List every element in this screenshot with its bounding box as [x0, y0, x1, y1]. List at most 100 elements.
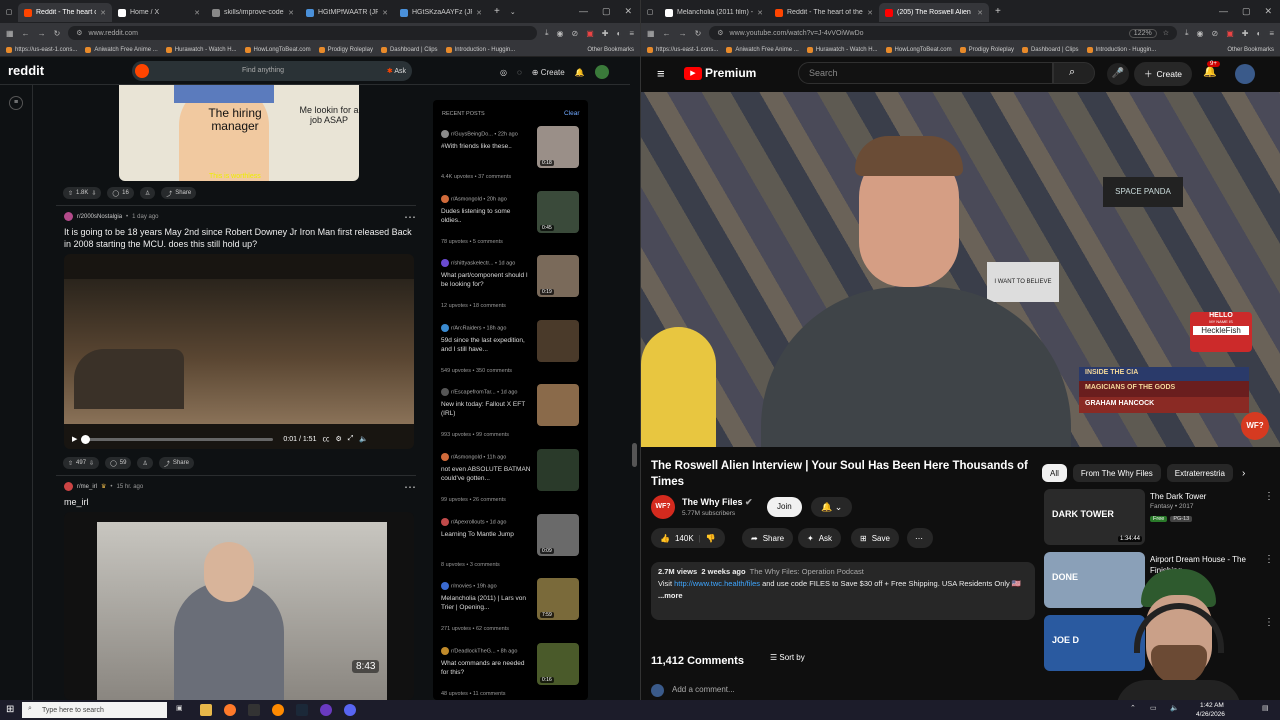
browser-tab[interactable]: Reddit - The heart of the ✕	[18, 3, 112, 22]
sort-by-button[interactable]: ☰ Sort by	[770, 653, 805, 662]
tab-close-icon[interactable]: ✕	[977, 9, 983, 17]
meme-image[interactable]: The hiring manager Me lookin for a job A…	[119, 85, 359, 181]
address-bar[interactable]: ⚙ www.youtube.com/watch?v=J-4vVOiWwDo 122%…	[709, 26, 1177, 40]
bookmark-item[interactable]: Dashboard | Clips	[380, 46, 438, 53]
recent-post-item[interactable]: r/GuysBeingDo... • 22h ago #With friends …	[441, 126, 581, 194]
share-button[interactable]: ⤴ Share	[158, 457, 194, 469]
tab-actions-icon[interactable]: ▢	[641, 8, 659, 16]
sidebar-toggle-icon[interactable]: ▦	[647, 29, 655, 38]
tray-chevron-icon[interactable]: ⌃	[1130, 704, 1136, 712]
chat-icon[interactable]: ◌	[517, 68, 522, 77]
browser-tab[interactable]: skills/improve-codebas ✕	[206, 3, 300, 22]
tab-list-chevron-icon[interactable]: ⌄	[506, 8, 520, 16]
fullscreen-icon[interactable]: ⤢	[348, 435, 354, 443]
taskbar-search[interactable]: ⌕ Type here to search	[22, 702, 167, 718]
browser-tab[interactable]: Home / X ✕	[112, 3, 206, 22]
tab-close-icon[interactable]: ✕	[382, 9, 388, 17]
bookmark-item[interactable]: Aniwatch Free Anime ...	[726, 46, 799, 53]
reload-button[interactable]: ↻	[695, 29, 702, 38]
chips-next-chevron[interactable]: ›	[1242, 468, 1245, 479]
other-bookmarks[interactable]: Other Bookmarks	[587, 47, 634, 53]
maximize-button[interactable]: ▢	[1242, 6, 1251, 17]
shield-icon[interactable]: ⊘	[572, 29, 579, 38]
ask-button[interactable]: ✦ Ask	[798, 528, 842, 548]
show-more-link[interactable]: ...more	[658, 590, 1028, 602]
bookmark-star-icon[interactable]: ☆	[1163, 29, 1169, 37]
puzzle-icon[interactable]: ✚	[602, 29, 609, 38]
tab-close-icon[interactable]: ✕	[288, 9, 294, 17]
download-icon[interactable]: ⤓	[1185, 28, 1189, 38]
like-button[interactable]: 👍 140K | 👎	[651, 528, 725, 548]
browser-tab[interactable]: HGtMPfWAATR (JPEG✕	[300, 3, 394, 22]
bookmark-item[interactable]: Hurawatch - Watch H...	[806, 46, 878, 53]
steam-icon[interactable]	[296, 704, 308, 716]
browser-tab[interactable]: Reddit - The heart of the intern ✕	[769, 3, 879, 22]
recent-post-item[interactable]: r/Asmongold • 11h ago not even ABSOLUTE B…	[441, 449, 581, 517]
tab-actions-icon[interactable]: ▢	[0, 8, 18, 16]
browser-tab[interactable]: (205) The Roswell Alien Inte ✕	[879, 3, 989, 22]
minimize-button[interactable]: —	[1219, 6, 1228, 17]
reddit-ask-button[interactable]: ✱ Ask	[387, 67, 406, 75]
post-2-video[interactable]: ▶ 0:01 / 1:51 ㏄ ⚙ ⤢ 🔈	[64, 254, 414, 449]
menu-icon[interactable]: ≡	[629, 29, 634, 38]
related-video-item[interactable]: DARK TOWER 1:34:44 The Dark Tower Fantasy •…	[1044, 489, 1274, 545]
close-window-button[interactable]: ✕	[624, 6, 632, 17]
award-button[interactable]: ♙	[139, 187, 156, 199]
download-icon[interactable]: ⤓	[545, 28, 549, 38]
bookmark-item[interactable]: Prodigy Roleplay	[318, 46, 373, 53]
firefox-icon[interactable]	[224, 704, 236, 716]
other-bookmarks[interactable]: Other Bookmarks	[1227, 47, 1274, 53]
profile-icon[interactable]: ◐	[1256, 29, 1261, 38]
recent-post-item[interactable]: r/movies • 19h ago Melancholia (2011) | L…	[441, 578, 581, 646]
terminal-icon[interactable]	[248, 704, 260, 716]
bookmark-item[interactable]: https://us-east-1.cons...	[647, 46, 718, 53]
advertise-icon[interactable]: ◎	[500, 68, 507, 77]
bookmark-item[interactable]: HowLongToBeat.com	[244, 46, 311, 53]
recent-post-item[interactable]: r/ArcRaiders • 18h ago 59d since the last…	[441, 319, 581, 388]
save-button[interactable]: ⊞ Save	[851, 528, 899, 548]
clock-time[interactable]: 1:42 AM	[1200, 702, 1224, 709]
bookmark-item[interactable]: https://us-east-1.cons...	[6, 46, 77, 53]
video-player[interactable]: SPACE PANDA I WANT TO BELIEVE HELLO MY N…	[641, 92, 1280, 447]
award-button[interactable]: ♙	[137, 457, 153, 469]
notification-center-icon[interactable]: ▤	[1262, 704, 1269, 712]
puzzle-icon[interactable]: ✚	[1242, 29, 1249, 38]
comments-button[interactable]: ◯ 16	[107, 187, 134, 199]
extensions-icon[interactable]: ◉	[557, 29, 564, 38]
youtube-menu-icon[interactable]: ≡	[657, 66, 665, 81]
start-button[interactable]: ⊞	[6, 704, 14, 715]
comments-button[interactable]: ◯ 59	[105, 457, 132, 469]
new-tab-button[interactable]: +	[488, 6, 506, 17]
tab-close-icon[interactable]: ✕	[100, 9, 106, 17]
task-view-icon[interactable]: ▣	[176, 704, 183, 712]
podcast-link[interactable]: The Why Files: Operation Podcast	[750, 567, 864, 576]
reload-button[interactable]: ↻	[54, 29, 61, 38]
tab-close-icon[interactable]: ✕	[867, 9, 873, 17]
voice-search-icon[interactable]: 🎤	[1107, 63, 1129, 85]
discord-icon[interactable]	[344, 704, 356, 716]
forward-button[interactable]: →	[679, 29, 687, 38]
more-actions-button[interactable]: ⋯	[907, 528, 933, 548]
filter-chip[interactable]: Extraterrestria	[1166, 464, 1233, 482]
mail-icon[interactable]: ▣	[586, 29, 594, 38]
menu-icon[interactable]: ≡	[1269, 29, 1274, 38]
captions-icon[interactable]: ㏄	[322, 434, 329, 444]
play-icon[interactable]: ▶	[72, 435, 77, 443]
related-more-icon[interactable]: ⋮	[1264, 491, 1274, 502]
volume-tray-icon[interactable]: 🔈	[1170, 704, 1179, 712]
new-tab-button[interactable]: +	[989, 6, 1007, 17]
bookmark-item[interactable]: Introduction - Huggin...	[1086, 46, 1156, 53]
reddit-create-button[interactable]: ⊕ Create	[532, 68, 565, 77]
zoom-level[interactable]: 122%	[1128, 28, 1157, 38]
tab-close-icon[interactable]: ✕	[476, 9, 482, 17]
settings-icon[interactable]: ⚙	[335, 435, 341, 443]
recent-post-item[interactable]: r/Apexrollouts • 1d ago Learning To Mantl…	[441, 513, 581, 582]
browser-tab[interactable]: Melancholia (2011 film) - Wikip✕	[659, 3, 769, 22]
share-button[interactable]: ➦ Share	[742, 528, 794, 548]
close-window-button[interactable]: ✕	[1264, 6, 1272, 17]
bookmark-item[interactable]: Aniwatch Free Anime ...	[85, 46, 158, 53]
user-avatar[interactable]	[1235, 64, 1255, 84]
sponsor-link[interactable]: http://www.twc.health/files	[674, 579, 760, 588]
recent-post-item[interactable]: r/EscapefromTar... • 1d ago New ink today…	[441, 384, 581, 452]
video-progress-track[interactable]	[81, 434, 274, 444]
